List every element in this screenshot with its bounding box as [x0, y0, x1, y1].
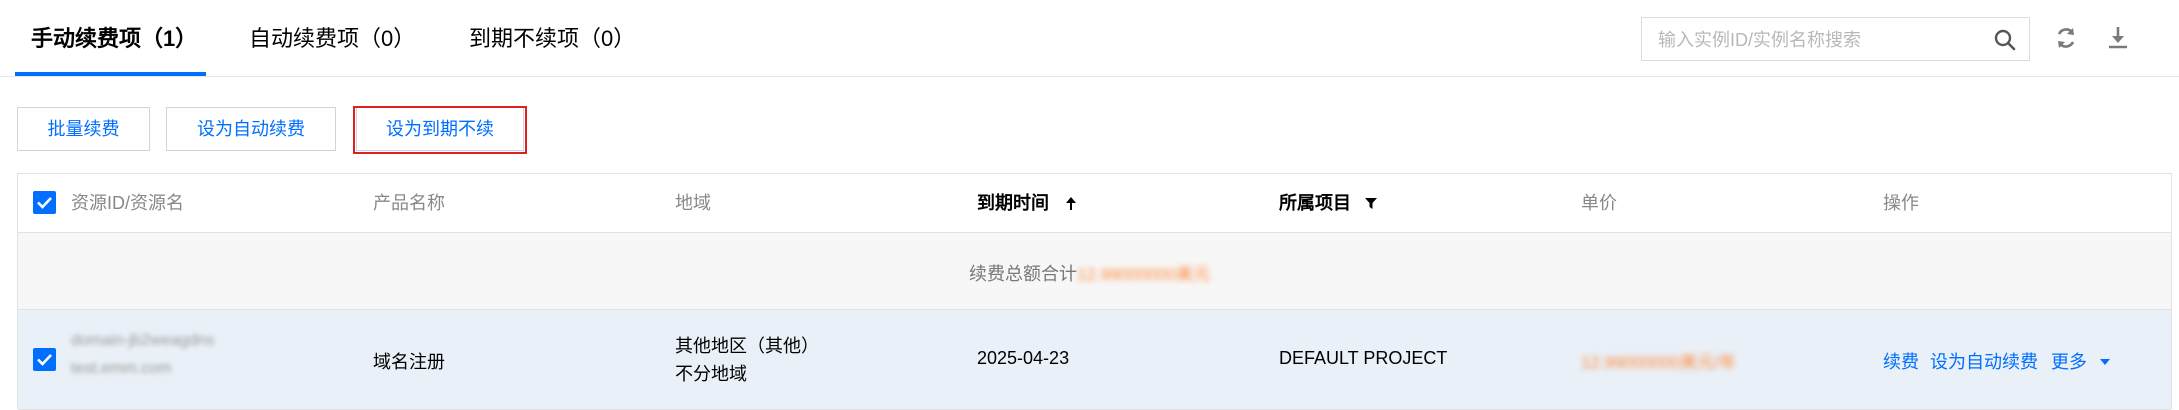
tab-auto-renew[interactable]: 自动续费项（0）: [249, 22, 415, 56]
filter-icon[interactable]: [1364, 196, 1378, 210]
caret-down-icon: [2100, 359, 2111, 365]
header-project[interactable]: 所属项目: [1279, 174, 1378, 232]
select-all-checkbox[interactable]: [33, 191, 56, 214]
product-name: 域名注册: [373, 352, 445, 372]
header-ops: 操作: [1883, 193, 1919, 213]
header-region: 地域: [675, 193, 711, 213]
highlight-box: [353, 106, 527, 154]
summary-label: 续费总额合计: [969, 264, 1077, 284]
summary-value: 12.99000000美元: [1077, 265, 1211, 284]
header-expire-label: 到期时间: [977, 193, 1049, 213]
header-price: 单价: [1581, 193, 1617, 213]
tab-manual-renew[interactable]: 手动续费项（1）: [31, 22, 197, 56]
more-dropdown[interactable]: 更多: [2051, 348, 2112, 374]
region-line1: 其他地区（其他）: [675, 336, 819, 356]
search-box: [1641, 17, 2030, 62]
table-row[interactable]: domain-jb2weagdns test.emm.com 域名注册 其他地区…: [18, 310, 2171, 410]
header-resource: 资源ID/资源名: [71, 193, 185, 213]
resource-name: test.emm.com: [71, 360, 172, 377]
region-line2: 不分地域: [675, 364, 747, 384]
set-auto-renew-button[interactable]: 设为自动续费: [166, 107, 336, 151]
search-icon[interactable]: [1993, 28, 2017, 52]
more-label: 更多: [2051, 352, 2087, 372]
resource-id[interactable]: domain-jb2weagdns: [71, 332, 214, 350]
row-checkbox[interactable]: [33, 348, 56, 371]
batch-renew-button[interactable]: 批量续费: [17, 107, 150, 151]
tab-no-renew[interactable]: 到期不续项（0）: [469, 22, 635, 56]
project-name: DEFAULT PROJECT: [1279, 348, 1448, 368]
header-project-label: 所属项目: [1279, 193, 1351, 213]
summary-row: 续费总额合计 12.99000000美元: [18, 233, 2171, 310]
download-icon[interactable]: [2103, 23, 2133, 53]
check-icon: [37, 354, 52, 366]
header-product: 产品名称: [373, 193, 445, 213]
refresh-icon[interactable]: [2051, 23, 2081, 53]
active-tab-indicator: [15, 72, 206, 76]
check-icon: [37, 197, 52, 209]
table-header: 资源ID/资源名 产品名称 地域 到期时间 所属项目 单价 操作: [18, 174, 2171, 233]
search-input[interactable]: [1656, 18, 1980, 62]
sort-ascending-icon[interactable]: [1064, 195, 1078, 211]
set-auto-renew-link[interactable]: 设为自动续费: [1930, 348, 2038, 374]
renew-link[interactable]: 续费: [1883, 348, 1919, 374]
unit-price: 12.99000000美元/年: [1581, 353, 1736, 372]
expire-date: 2025-04-23: [977, 348, 1070, 368]
header-expire[interactable]: 到期时间: [977, 174, 1078, 232]
